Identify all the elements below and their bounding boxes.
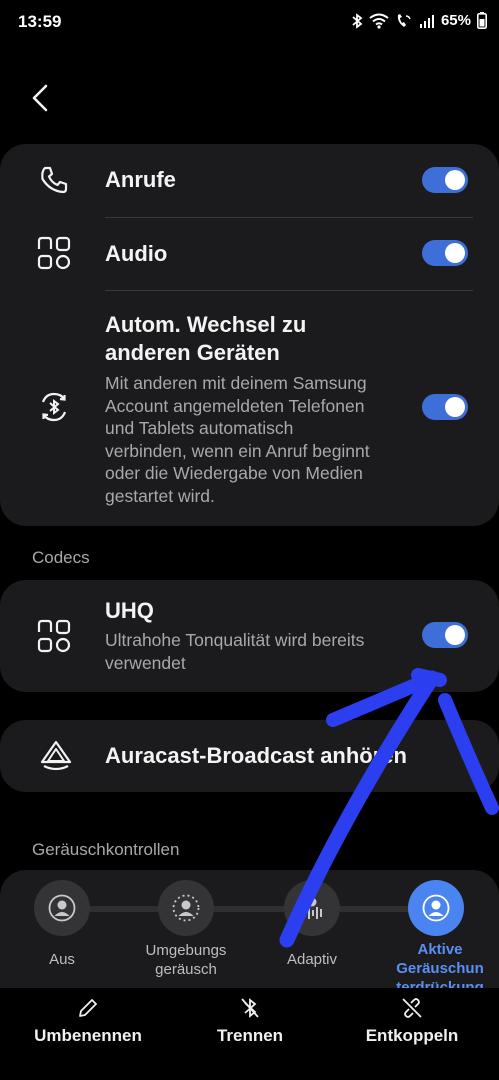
calls-label: Anrufe [105,167,176,192]
status-icons: 65% [351,12,487,29]
person-icon [422,894,450,922]
auto-switch-desc-line: oder die Wiedergabe von Medien [105,463,363,483]
noise-option-off-button[interactable] [34,880,90,936]
bluetooth-off-icon [241,998,259,1018]
wifi-icon [369,13,389,29]
noise-option-off-label: Aus [49,951,75,968]
calls-toggle[interactable] [422,167,468,193]
pencil-icon [79,999,97,1017]
wifi-call-icon [397,13,411,27]
unpair-label: Entkoppeln [365,1026,459,1045]
unpair-button[interactable]: Entkoppeln [332,996,492,1046]
auto-switch-desc-line: Mit anderen mit deinem Samsung [105,373,367,393]
calls-row[interactable]: Anrufe [0,144,499,216]
auracast-label: Auracast-Broadcast anhören [105,743,407,768]
uhq-label: UHQ [105,598,154,623]
uhq-desc-line: Ultrahohe Tonqualität wird bereits [105,630,365,650]
phone-icon [41,166,68,194]
ambient-sound-icon [172,894,200,922]
uhq-desc-line: verwendet [105,653,186,673]
noise-option-adaptive-label: Adaptiv [286,951,338,968]
auto-switch-title-line2: anderen Geräten [105,340,280,365]
uhq-toggle[interactable] [422,622,468,648]
audio-label: Audio [105,241,168,266]
auracast-card[interactable]: Auracast-Broadcast anhören [0,720,499,792]
auracast-icon [40,740,72,771]
rename-label: Umbenennen [34,1026,142,1045]
auto-switch-desc-line: Account angemeldeten Telefonen [105,395,365,416]
unlink-icon [402,998,422,1018]
battery-percent: 65% [440,12,471,29]
uhq-card[interactable]: UHQ Ultrahohe Tonqualität wird bereits v… [0,580,499,692]
noise-option-anc-button[interactable] [408,880,464,936]
disconnect-button[interactable]: Trennen [170,996,330,1046]
auto-switch-desc-line: und Tablets automatisch [105,418,294,438]
bluetooth-icon [352,12,363,29]
auto-switch-title-line1: Autom. Wechsel zu [105,312,307,337]
noise-option-adaptive-button[interactable] [284,880,340,936]
apps-grid-icon [37,236,71,270]
noise-controls-section-label: Geräuschkontrollen [32,840,180,859]
codecs-section-label: Codecs [32,548,90,567]
disconnect-label: Trennen [216,1026,284,1045]
auto-switch-toggle-visual[interactable] [422,394,468,420]
connection-settings-card: Anrufe Audio Autom. Wechsel zu anderen G… [0,144,499,526]
back-button[interactable] [26,80,58,116]
noise-option-ambient-label: Umgebungs geräusch [145,942,227,978]
rename-button[interactable]: Umbenennen [8,996,168,1046]
battery-icon [477,12,487,29]
status-time: 13:59 [18,12,62,31]
bluetooth-sync-icon [41,392,67,422]
auto-switch-desc-line: gestartet wird. [105,485,215,506]
noise-control-slider-track[interactable] [62,906,437,912]
noise-option-ambient-button[interactable] [158,880,214,936]
auto-switch-desc-line: verbinden, wenn ein Anruf beginnt [105,440,370,461]
adaptive-sound-icon [304,897,322,919]
audio-row[interactable]: Audio [0,218,499,290]
noise-option-anc-label: Aktive Geräuschun terdrückung [396,941,484,988]
status-bar: 13:59 65% [0,0,499,44]
signal-icon [419,14,434,28]
apps-grid-icon [37,619,71,653]
audio-toggle[interactable] [422,240,468,266]
person-icon [48,894,76,922]
